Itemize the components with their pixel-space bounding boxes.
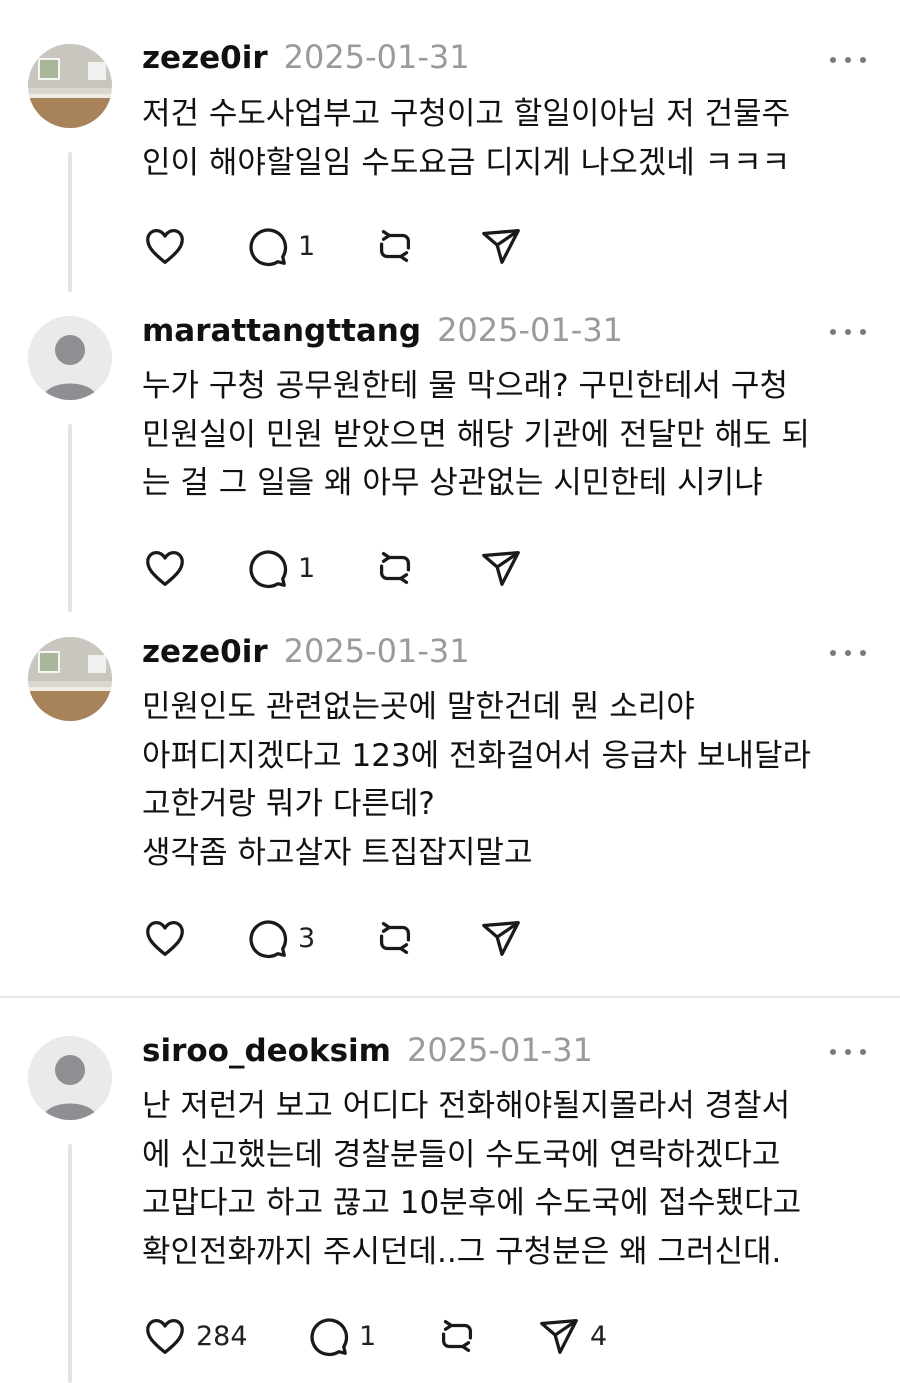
more-dots-icon[interactable]	[830, 1045, 866, 1059]
like-button[interactable]	[142, 545, 196, 591]
reply-button[interactable]: 1	[244, 545, 315, 591]
heart-icon	[146, 921, 184, 956]
text-line: 저건 수도사업부고 구청이고 할일이아님 저 건물주	[142, 96, 791, 132]
more-dots-icon[interactable]	[830, 53, 866, 67]
reply-button[interactable]: 1	[305, 1313, 376, 1359]
repost-icon	[441, 1319, 473, 1353]
reply-count: 1	[298, 552, 316, 584]
share-button[interactable]	[478, 223, 524, 269]
send-icon	[482, 921, 520, 956]
heart-icon	[146, 229, 184, 264]
post-text: 누가 구청 공무원한테 물 막으래? 구민한테서 구청 민원실이 민원 받았으면…	[142, 362, 882, 508]
reply-count: 1	[298, 230, 316, 262]
like-button[interactable]	[142, 223, 196, 269]
reply-button[interactable]: 3	[244, 915, 315, 961]
share-button[interactable]	[478, 915, 524, 961]
username[interactable]: zeze0ir	[142, 40, 268, 76]
post-date: 2025-01-31	[283, 632, 470, 670]
heart-icon	[146, 1319, 184, 1354]
more-dots-icon[interactable]	[830, 646, 866, 660]
like-count: 284	[196, 1320, 248, 1352]
thread-line	[68, 1144, 72, 1383]
reply-count: 1	[359, 1320, 377, 1352]
share-button[interactable]: 4	[536, 1313, 607, 1359]
share-button[interactable]	[478, 545, 524, 591]
send-icon	[540, 1319, 578, 1354]
post-text: 난 저런거 보고 어디다 전화해야될지몰라서 경찰서 에 신고했는데 경찰분들이…	[142, 1082, 882, 1276]
comment-icon	[249, 920, 288, 959]
text-line: 누가 구청 공무원한테 물 막으래? 구민한테서 구청	[142, 368, 788, 404]
text-line: 아퍼디지겠다고 123에 전화걸어서 응급차 보내달라	[142, 737, 811, 774]
comment-icon	[310, 1318, 349, 1357]
text-line: 인이 해야할일임 수도요금 디지게 나오겠네 ㅋㅋㅋ	[142, 144, 791, 181]
text-line: 난 저런거 보고 어디다 전화해야될지몰라서 경찰서	[142, 1088, 791, 1124]
reply-count: 3	[298, 922, 316, 954]
user-avatar[interactable]	[28, 637, 112, 721]
post-date: 2025-01-31	[283, 38, 470, 76]
repost-button[interactable]	[434, 1313, 480, 1359]
repost-button[interactable]	[372, 223, 426, 269]
repost-button[interactable]	[372, 915, 426, 961]
like-button[interactable]: 284	[142, 1313, 248, 1359]
user-avatar[interactable]	[28, 316, 112, 400]
post-date: 2025-01-31	[406, 1031, 593, 1069]
repost-icon	[379, 921, 411, 955]
username[interactable]: marattangttang	[142, 313, 421, 349]
share-count: 4	[590, 1320, 608, 1352]
text-line: 고한거랑 뭐가 다른데?	[142, 786, 435, 823]
send-icon	[482, 551, 520, 586]
text-line: 민원실이 민원 받았으면 해당 기관에 전달만 해도 되	[142, 416, 810, 453]
thread-line	[68, 424, 72, 612]
repost-icon	[379, 551, 411, 585]
more-dots-icon[interactable]	[830, 325, 866, 339]
user-avatar[interactable]	[28, 1036, 112, 1120]
text-line: 고맙다고 하고 끊고 10분후에 수도국에 접수됐다고	[142, 1185, 802, 1222]
text-line: 민원인도 관련없는곳에 말한건데 뭔 소리야	[142, 689, 695, 725]
username[interactable]: siroo_deoksim	[142, 1033, 391, 1069]
like-button[interactable]	[142, 915, 196, 961]
comment-icon	[249, 550, 288, 589]
post-text: 저건 수도사업부고 구청이고 할일이아님 저 건물주 인이 해야할일임 수도요금…	[142, 90, 882, 187]
send-icon	[482, 229, 520, 264]
text-line: 는 걸 그 일을 왜 아무 상관없는 시민한테 시키냐	[142, 465, 763, 502]
thread-divider	[0, 996, 900, 998]
thread-line	[68, 152, 72, 292]
username[interactable]: zeze0ir	[142, 634, 268, 670]
comment-icon	[249, 228, 288, 267]
repost-icon	[379, 229, 411, 263]
repost-button[interactable]	[372, 545, 426, 591]
text-line: 확인전화까지 주시던데..그 구청분은 왜 그러신대.	[142, 1233, 782, 1270]
text-line: 에 신고했는데 경찰분들이 수도국에 연락하겠다고	[142, 1136, 781, 1173]
user-avatar[interactable]	[28, 44, 112, 128]
reply-button[interactable]: 1	[244, 223, 315, 269]
post-text: 민원인도 관련없는곳에 말한건데 뭔 소리야 아퍼디지겠다고 123에 전화걸어…	[142, 683, 882, 877]
heart-icon	[146, 551, 184, 586]
post-date: 2025-01-31	[437, 311, 624, 349]
text-line: 생각좀 하고살자 트집잡지말고	[142, 834, 533, 871]
